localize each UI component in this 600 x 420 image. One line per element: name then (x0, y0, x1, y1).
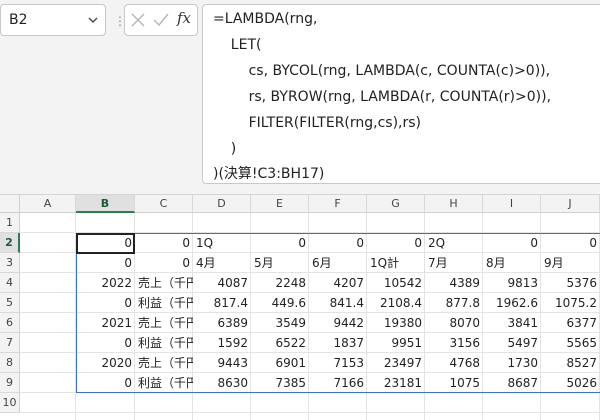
cell-c1[interactable] (135, 213, 193, 233)
cell-j1[interactable] (541, 213, 600, 233)
cell-f10[interactable] (309, 393, 367, 413)
column-header-g[interactable]: G (367, 195, 425, 213)
name-box-value: B2 (9, 12, 28, 28)
column-header-d[interactable]: D (193, 195, 251, 213)
chevron-down-icon[interactable] (87, 14, 99, 26)
cell-b10[interactable] (76, 393, 135, 413)
cell-a10[interactable] (20, 393, 76, 413)
cell-a6[interactable] (20, 313, 76, 333)
cell-a8[interactable] (20, 353, 76, 373)
cell-g10[interactable] (367, 393, 425, 413)
formula-input[interactable]: =LAMBDA(rng, LET( cs, BYCOL(rng, LAMBDA(… (202, 4, 600, 184)
formula-line: LET( (213, 37, 262, 53)
row-header-6[interactable]: 6 (0, 313, 20, 333)
cell-d1[interactable] (193, 213, 251, 233)
column-header-h[interactable]: H (425, 195, 483, 213)
check-icon[interactable] (152, 11, 170, 29)
worksheet-grid[interactable]: A B C D E F G H I J 1 2 0 0 1Q 0 0 0 2Q 0 0 3 0 0 4月 5月 6月 1Q計 7月 8月 9… (0, 194, 600, 420)
cell-a3[interactable] (20, 253, 76, 273)
name-box[interactable]: B2 (0, 4, 106, 36)
row-header-4[interactable]: 4 (0, 273, 20, 293)
formula-line: )(決算!C3:BH17) (213, 166, 325, 182)
cell-e1[interactable] (251, 213, 309, 233)
cell-g1[interactable] (367, 213, 425, 233)
row-header-2[interactable]: 2 (0, 233, 20, 253)
row-header-3[interactable]: 3 (0, 253, 20, 273)
select-all-corner[interactable] (0, 195, 20, 213)
cell-a4[interactable] (20, 273, 76, 293)
active-cell-cursor (76, 233, 135, 254)
formula-line: cs, BYCOL(rng, LAMBDA(c, COUNTA(c)>0)), (213, 63, 551, 79)
formula-line: FILTER(FILTER(rng,cs),rs) (213, 115, 422, 131)
formula-toolbar: B2 ⋮ fx =LAMBDA(rng, LET( cs, BYCOL(rng,… (0, 0, 600, 194)
column-header-c[interactable]: C (135, 195, 193, 213)
cell-a5[interactable] (20, 293, 76, 313)
column-header-e[interactable]: E (251, 195, 309, 213)
row-header-9[interactable]: 9 (0, 373, 20, 393)
row-header-7[interactable]: 7 (0, 333, 20, 353)
column-header-j[interactable]: J (541, 195, 600, 213)
row-header-10[interactable]: 10 (0, 393, 20, 413)
cell-h10[interactable] (425, 393, 483, 413)
cell-d10[interactable] (193, 393, 251, 413)
cell-f1[interactable] (309, 213, 367, 233)
cell-a2[interactable] (20, 233, 76, 253)
column-header-a[interactable]: A (20, 195, 76, 213)
cell-a9[interactable] (20, 373, 76, 393)
column-header-f[interactable]: F (309, 195, 367, 213)
cell-c10[interactable] (135, 393, 193, 413)
cell-b1[interactable] (76, 213, 135, 233)
formula-line: rs, BYROW(rng, LAMBDA(r, COUNTA(r)>0)), (213, 89, 552, 105)
cancel-icon[interactable] (129, 11, 147, 29)
spill-range-border (76, 233, 600, 393)
cell-a7[interactable] (20, 333, 76, 353)
formula-line: ) (213, 141, 237, 157)
cell-j10[interactable] (541, 393, 600, 413)
column-header-i[interactable]: I (483, 195, 541, 213)
cell-i10[interactable] (483, 393, 541, 413)
cell-i1[interactable] (483, 213, 541, 233)
cell-a1[interactable] (20, 213, 76, 233)
column-header-b[interactable]: B (76, 195, 135, 213)
row-header-1[interactable]: 1 (0, 213, 20, 233)
formula-buttons: fx (124, 4, 198, 36)
row-header-8[interactable]: 8 (0, 353, 20, 373)
cell-h1[interactable] (425, 213, 483, 233)
row-header-5[interactable]: 5 (0, 293, 20, 313)
cell-e10[interactable] (251, 393, 309, 413)
insert-function-button[interactable]: fx (177, 9, 191, 27)
formula-line: =LAMBDA(rng, (213, 11, 318, 27)
